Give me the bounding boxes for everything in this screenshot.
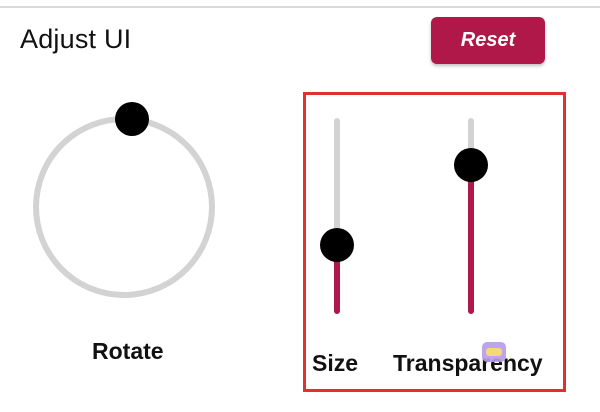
reset-button[interactable]: Reset xyxy=(431,17,545,64)
size-slider-thumb[interactable] xyxy=(320,228,354,262)
size-label: Size xyxy=(312,350,359,376)
rotate-dial[interactable] xyxy=(30,102,230,302)
transparency-slider[interactable] xyxy=(454,118,488,314)
transparency-slider-fill xyxy=(468,165,474,314)
top-divider xyxy=(0,6,600,8)
rotate-label: Rotate xyxy=(92,338,164,364)
page-title: Adjust UI xyxy=(20,24,132,54)
sticker-icon xyxy=(482,342,506,362)
rotate-dial-knob[interactable] xyxy=(115,102,149,136)
rotate-dial-ring xyxy=(33,116,215,298)
size-slider[interactable] xyxy=(320,118,354,314)
transparency-label: Transparency xyxy=(393,350,543,376)
transparency-slider-thumb[interactable] xyxy=(454,148,488,182)
